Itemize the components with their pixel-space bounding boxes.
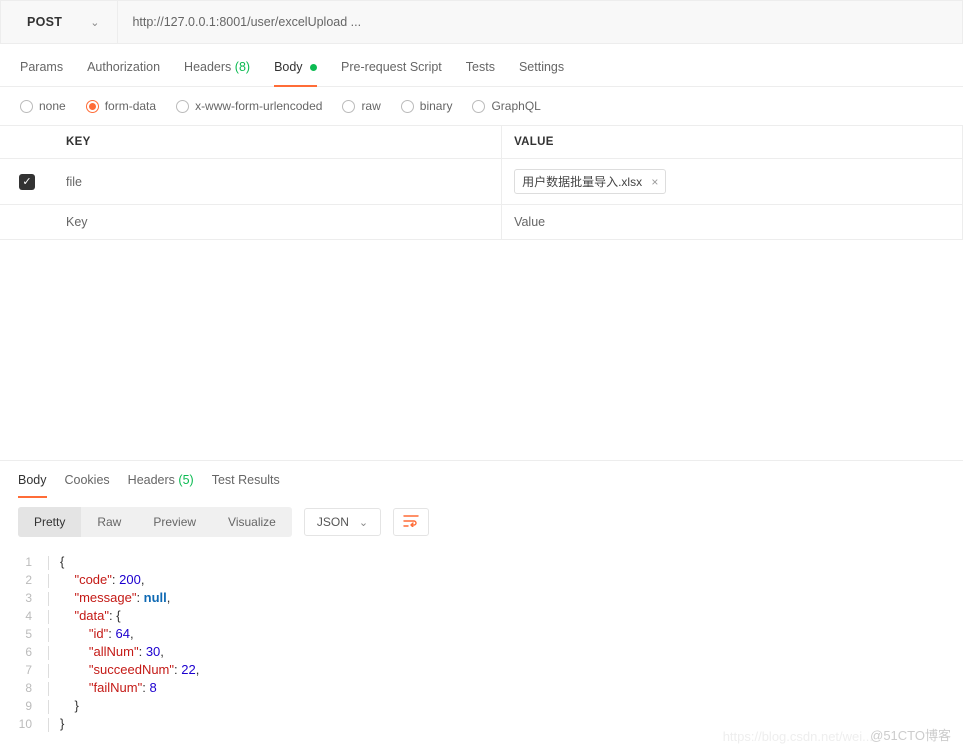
tab-headers-label: Headers [184, 60, 231, 74]
tab-test-results[interactable]: Test Results [212, 473, 280, 497]
chevron-down-icon: ⌄ [359, 516, 368, 529]
radio-icon [342, 100, 355, 113]
radio-urlencoded[interactable]: x-www-form-urlencoded [176, 99, 322, 113]
format-select[interactable]: JSON ⌄ [304, 508, 381, 536]
tab-prerequest[interactable]: Pre-request Script [341, 60, 442, 86]
chevron-down-icon: ⌄ [90, 16, 99, 29]
remove-file-icon[interactable]: × [651, 175, 658, 189]
tab-response-headers[interactable]: Headers (5) [128, 473, 194, 497]
request-tabs: Params Authorization Headers (8) Body Pr… [0, 44, 963, 87]
body-type-radios: none form-data x-www-form-urlencoded raw… [0, 87, 963, 125]
response-tabs: Body Cookies Headers (5) Test Results [0, 460, 963, 497]
tab-response-body[interactable]: Body [18, 473, 47, 497]
table-row: ✓ file 用户数据批量导入.xlsx × [0, 159, 963, 205]
spacer [0, 240, 963, 460]
line-number: 3 [0, 589, 48, 607]
line-number: 5 [0, 625, 48, 643]
line-number: 8 [0, 679, 48, 697]
response-editor[interactable]: 1{ 2 "code": 200, 3 "message": null, 4 "… [0, 547, 963, 739]
format-label: JSON [317, 515, 349, 529]
line-number: 6 [0, 643, 48, 661]
url-text: http://127.0.0.1:8001/user/excelUpload .… [132, 15, 361, 29]
line-number: 7 [0, 661, 48, 679]
url-input[interactable]: http://127.0.0.1:8001/user/excelUpload .… [118, 1, 962, 43]
table-header-row: KEY VALUE [0, 126, 963, 159]
tab-response-headers-label: Headers [128, 473, 175, 487]
value-placeholder[interactable]: Value [502, 205, 963, 240]
radio-graphql[interactable]: GraphQL [472, 99, 540, 113]
request-bar: POST ⌄ http://127.0.0.1:8001/user/excelU… [0, 0, 963, 44]
view-raw-button[interactable]: Raw [81, 507, 137, 537]
view-visualize-button[interactable]: Visualize [212, 507, 292, 537]
row-checkbox[interactable]: ✓ [19, 174, 35, 190]
radio-icon [20, 100, 33, 113]
radio-binary[interactable]: binary [401, 99, 453, 113]
radio-form-data[interactable]: form-data [86, 99, 156, 113]
tab-settings[interactable]: Settings [519, 60, 564, 86]
tab-headers[interactable]: Headers (8) [184, 60, 250, 86]
table-row-placeholder: Key Value [0, 205, 963, 240]
line-number: 4 [0, 607, 48, 625]
line-number: 2 [0, 571, 48, 589]
method-select[interactable]: POST ⌄ [1, 1, 118, 43]
radio-raw[interactable]: raw [342, 99, 380, 113]
view-pretty-button[interactable]: Pretty [18, 507, 81, 537]
tab-response-cookies[interactable]: Cookies [65, 473, 110, 497]
tab-params[interactable]: Params [20, 60, 63, 86]
wrap-lines-button[interactable] [393, 508, 429, 536]
radio-icon [401, 100, 414, 113]
key-header: KEY [54, 126, 502, 159]
key-placeholder[interactable]: Key [54, 205, 502, 240]
response-headers-count: (5) [178, 473, 193, 487]
line-number: 10 [0, 715, 48, 733]
radio-icon [86, 100, 99, 113]
watermark: @51CTO博客 [870, 725, 951, 744]
view-bar: Pretty Raw Preview Visualize JSON ⌄ [0, 497, 963, 547]
value-cell[interactable]: 用户数据批量导入.xlsx × [502, 159, 963, 205]
tab-tests[interactable]: Tests [466, 60, 495, 86]
radio-none[interactable]: none [20, 99, 66, 113]
view-preview-button[interactable]: Preview [137, 507, 212, 537]
modified-dot-icon [310, 64, 317, 71]
headers-count: (8) [235, 60, 250, 74]
method-label: POST [27, 15, 62, 29]
value-header: VALUE [502, 126, 963, 159]
tab-authorization[interactable]: Authorization [87, 60, 160, 86]
form-data-table: KEY VALUE ✓ file 用户数据批量导入.xlsx × Key Val… [0, 125, 963, 240]
tab-body-label: Body [274, 60, 303, 74]
tab-body[interactable]: Body [274, 60, 317, 86]
line-number: 9 [0, 697, 48, 715]
file-chip[interactable]: 用户数据批量导入.xlsx × [514, 169, 666, 194]
view-mode-group: Pretty Raw Preview Visualize [18, 507, 292, 537]
key-cell[interactable]: file [54, 159, 502, 205]
file-name: 用户数据批量导入.xlsx [522, 175, 642, 189]
watermark: https://blog.csdn.net/wei... [723, 729, 873, 744]
wrap-icon [403, 515, 419, 527]
line-number: 1 [0, 553, 48, 571]
radio-icon [176, 100, 189, 113]
radio-icon [472, 100, 485, 113]
